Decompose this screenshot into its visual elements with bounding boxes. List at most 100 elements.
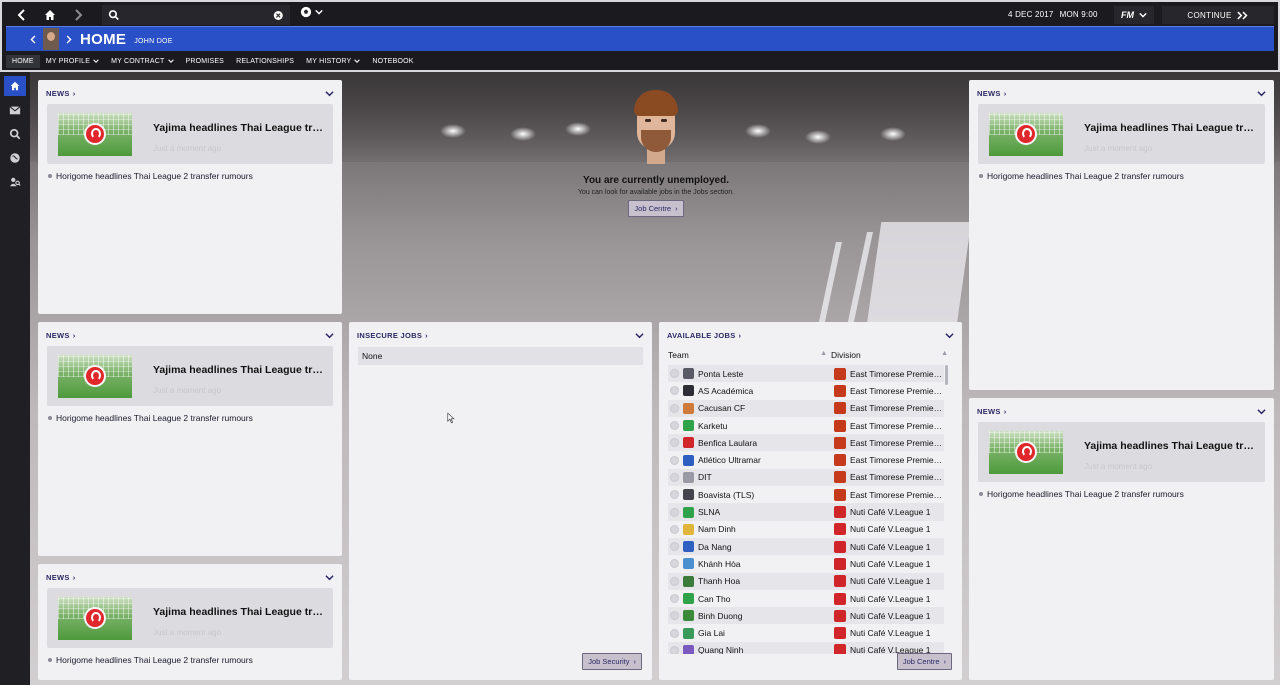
table-row[interactable]: Khánh Hòa Nuti Café V.League 1 <box>668 555 944 572</box>
shortlist-toggle-icon[interactable] <box>670 576 679 586</box>
table-row[interactable]: AS Académica East Timorese Premier League <box>668 382 944 399</box>
chevron-right-icon[interactable] <box>65 35 72 44</box>
table-row[interactable]: Atlético Ultramar East Timorese Premier L… <box>668 451 944 468</box>
table-row[interactable]: Boavista (TLS) East Timorese Premier Leag… <box>668 486 944 503</box>
shortlist-toggle-icon[interactable] <box>670 542 679 552</box>
news-panel-title[interactable]: NEWS › <box>977 89 1007 98</box>
collapse-icon[interactable] <box>944 330 954 340</box>
news-item[interactable]: Yajima headlines Thai League transfer ru… <box>47 104 333 164</box>
team-name[interactable]: Nam Dinh <box>698 524 834 534</box>
shortlist-toggle-icon[interactable] <box>670 369 679 379</box>
collapse-icon[interactable] <box>324 572 334 582</box>
division-name[interactable]: East Timorese Premier League <box>850 369 944 379</box>
team-name[interactable]: Thanh Hoa <box>698 576 834 586</box>
shortlist-toggle-icon[interactable] <box>670 524 679 534</box>
division-name[interactable]: East Timorese Premier League <box>850 421 944 431</box>
table-row[interactable]: Thanh Hoa Nuti Café V.League 1 <box>668 572 944 590</box>
news-panel-title[interactable]: NEWS › <box>46 573 76 582</box>
shortlist-toggle-icon[interactable] <box>670 490 679 500</box>
shortlist-toggle-icon[interactable] <box>670 594 679 603</box>
table-row[interactable]: SLNA Nuti Café V.League 1 <box>668 503 944 521</box>
chevron-left-icon[interactable] <box>30 35 37 44</box>
back-icon[interactable] <box>8 2 36 28</box>
sidebar-item-inbox[interactable] <box>4 100 26 120</box>
team-name[interactable]: Gia Lai <box>698 628 834 638</box>
tab-relationships[interactable]: RELATIONSHIPS <box>230 55 300 68</box>
collapse-icon[interactable] <box>324 330 334 340</box>
tab-my-contract[interactable]: MY CONTRACT <box>105 55 179 68</box>
team-name[interactable]: Ponta Leste <box>698 369 834 379</box>
team-name[interactable]: Binh Duong <box>698 611 834 621</box>
division-name[interactable]: Nuti Café V.League 1 <box>850 559 944 569</box>
table-row[interactable]: DIT East Timorese Premier League <box>668 468 944 487</box>
table-row[interactable]: Da Nang Nuti Café V.League 1 <box>668 537 944 556</box>
table-row[interactable]: Can Tho Nuti Café V.League 1 <box>668 590 944 607</box>
job-centre-button[interactable]: Job Centre › <box>628 200 684 217</box>
tab-my-history[interactable]: MY HISTORY <box>300 55 366 68</box>
shortlist-toggle-icon[interactable] <box>670 559 679 569</box>
column-header-division[interactable]: Division ▲ <box>831 350 948 361</box>
team-name[interactable]: DIT <box>698 472 834 482</box>
shortlist-toggle-icon[interactable] <box>670 507 679 517</box>
tab-home[interactable]: HOME <box>6 54 40 68</box>
table-row[interactable]: Binh Duong Nuti Café V.League 1 <box>668 607 944 625</box>
job-centre-button[interactable]: Job Centre › <box>896 653 952 670</box>
continue-button[interactable]: CONTINUE <box>1162 6 1274 24</box>
team-name[interactable]: Atlético Ultramar <box>698 455 834 465</box>
table-row[interactable]: Benfica Laulara East Timorese Premier Lea… <box>668 434 944 452</box>
team-name[interactable]: Cacusan CF <box>698 403 834 413</box>
job-security-button[interactable]: Job Security › <box>582 653 642 670</box>
team-name[interactable]: Karketu <box>698 421 834 431</box>
table-row[interactable]: Nam Dinh Nuti Café V.League 1 <box>668 521 944 538</box>
table-row[interactable]: Ponta Leste East Timorese Premier League <box>668 365 944 383</box>
sidebar-item-search[interactable] <box>4 124 26 144</box>
division-name[interactable]: East Timorese Premier League <box>850 403 944 413</box>
club-menu-button[interactable] <box>300 6 323 18</box>
home-icon[interactable] <box>36 2 64 28</box>
sidebar-item-people[interactable] <box>4 172 26 192</box>
team-name[interactable]: Da Nang <box>698 542 834 552</box>
news-bullet-item[interactable]: Horigome headlines Thai League 2 transfe… <box>979 489 1266 499</box>
tab-my-profile[interactable]: MY PROFILE <box>40 55 105 68</box>
team-name[interactable]: Can Tho <box>698 594 834 604</box>
division-name[interactable]: East Timorese Premier League <box>850 455 944 465</box>
table-row[interactable]: Gia Lai Nuti Café V.League 1 <box>668 624 944 641</box>
scrollbar[interactable] <box>945 365 948 385</box>
team-name[interactable]: Benfica Laulara <box>698 438 834 448</box>
shortlist-toggle-icon[interactable] <box>670 472 679 482</box>
fm-menu-button[interactable]: FM <box>1114 6 1154 24</box>
sidebar-item-home[interactable] <box>4 76 26 96</box>
shortlist-toggle-icon[interactable] <box>670 455 679 465</box>
forward-icon[interactable] <box>64 2 92 28</box>
collapse-icon[interactable] <box>324 88 334 98</box>
table-row[interactable]: Cacusan CF East Timorese Premier League <box>668 399 944 417</box>
available-jobs-title[interactable]: AVAILABLE JOBS › <box>667 331 741 340</box>
news-bullet-item[interactable]: Horigome headlines Thai League 2 transfe… <box>48 655 334 665</box>
shortlist-toggle-icon[interactable] <box>670 628 679 638</box>
shortlist-toggle-icon[interactable] <box>670 386 679 396</box>
team-name[interactable]: AS Académica <box>698 386 834 396</box>
team-name[interactable]: SLNA <box>698 507 834 517</box>
shortlist-toggle-icon[interactable] <box>670 438 679 448</box>
division-name[interactable]: Nuti Café V.League 1 <box>850 576 944 586</box>
news-panel-title[interactable]: NEWS › <box>977 407 1007 416</box>
insecure-jobs-title[interactable]: INSECURE JOBS › <box>357 331 428 340</box>
news-bullet-item[interactable]: Horigome headlines Thai League 2 transfe… <box>48 413 334 423</box>
clear-search-icon[interactable] <box>273 10 284 21</box>
collapse-icon[interactable] <box>1256 406 1266 416</box>
news-item[interactable]: Yajima headlines Thai League transfer ru… <box>978 104 1265 164</box>
team-name[interactable]: Boavista (TLS) <box>698 490 834 500</box>
tab-promises[interactable]: PROMISES <box>180 55 231 68</box>
division-name[interactable]: East Timorese Premier League <box>850 386 944 396</box>
news-item[interactable]: Yajima headlines Thai League transfer ru… <box>978 422 1265 482</box>
news-bullet-item[interactable]: Horigome headlines Thai League 2 transfe… <box>48 171 334 181</box>
shortlist-toggle-icon[interactable] <box>670 645 679 654</box>
tab-notebook[interactable]: NOTEBOOK <box>366 55 419 68</box>
team-name[interactable]: Khánh Hòa <box>698 559 834 569</box>
search-input[interactable] <box>125 6 268 24</box>
news-item[interactable]: Yajima headlines Thai League transfer ru… <box>47 346 333 406</box>
collapse-icon[interactable] <box>634 330 644 340</box>
division-name[interactable]: Nuti Café V.League 1 <box>850 542 944 552</box>
news-bullet-item[interactable]: Horigome headlines Thai League 2 transfe… <box>979 171 1266 181</box>
shortlist-toggle-icon[interactable] <box>670 611 679 621</box>
